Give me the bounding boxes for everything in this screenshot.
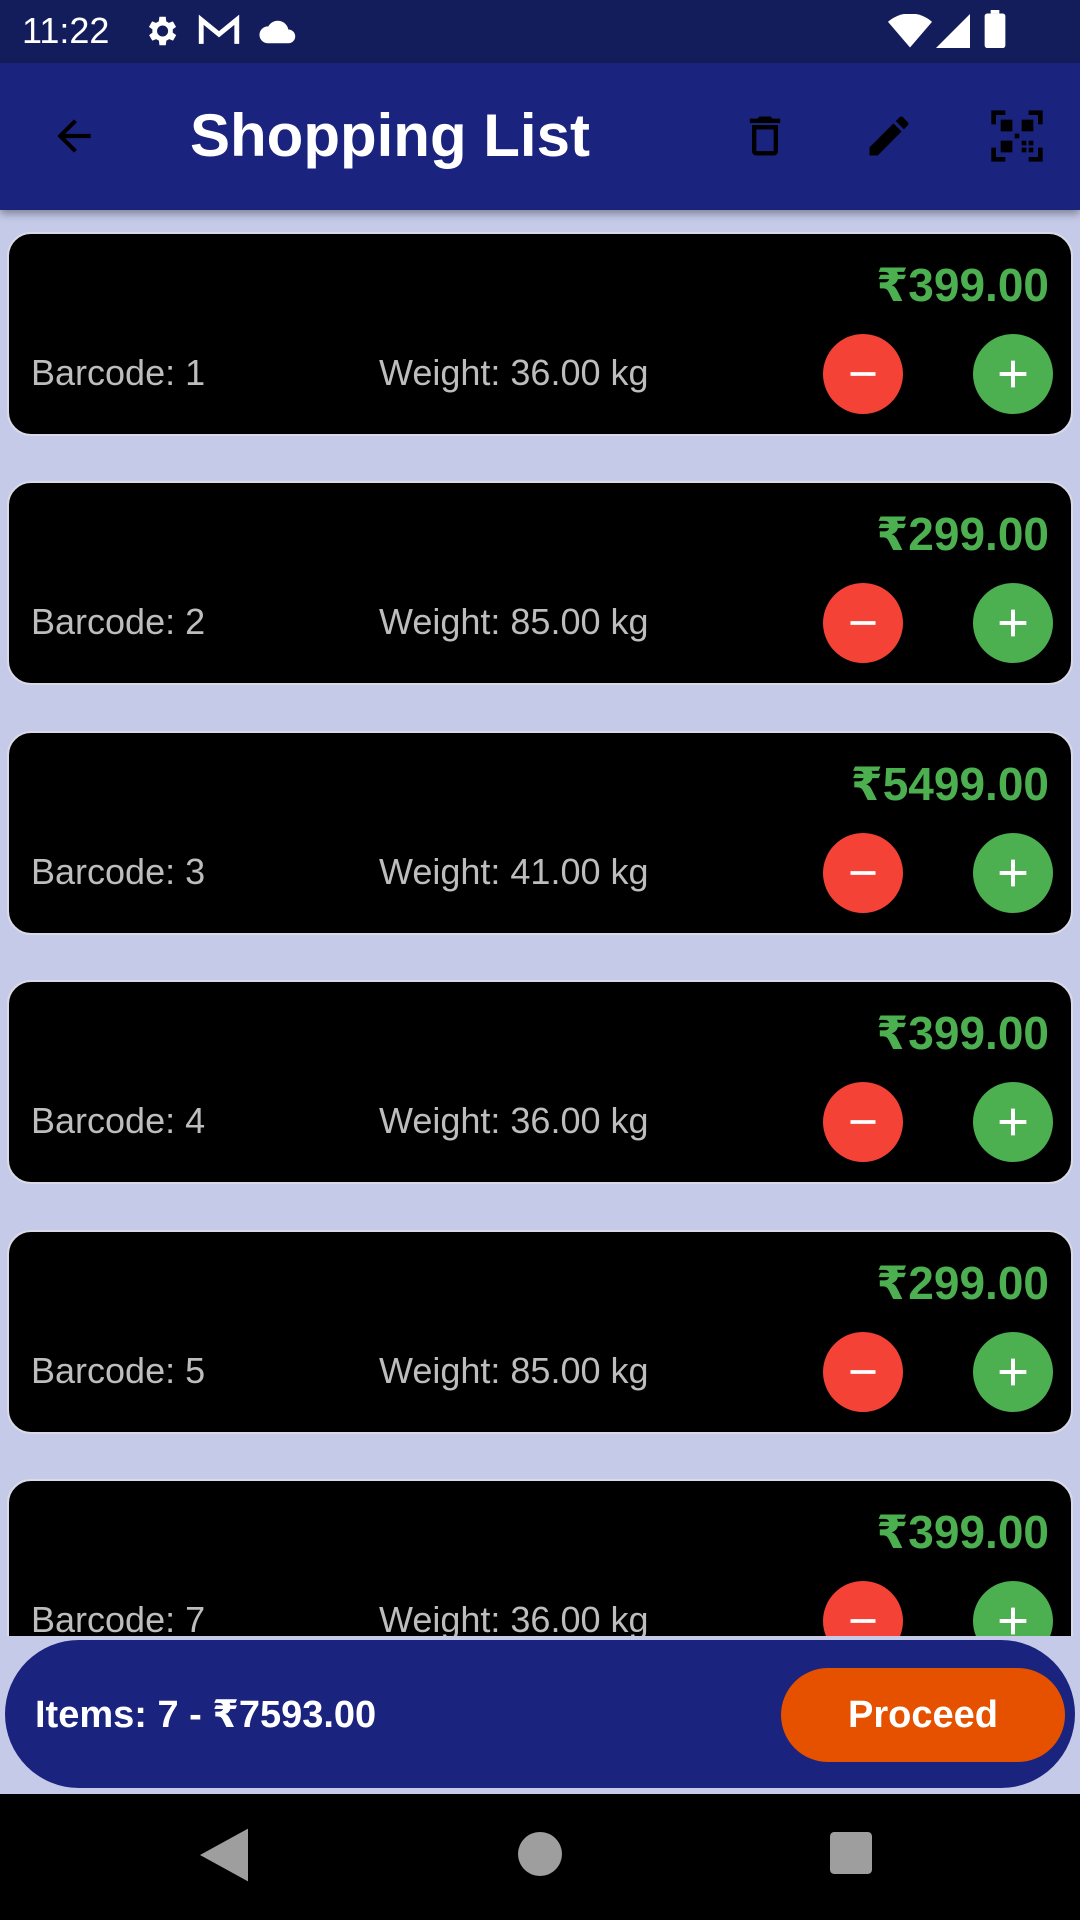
decrease-button[interactable] [823, 833, 903, 913]
system-nav-bar [0, 1794, 1080, 1920]
app-bar: Shopping List [0, 63, 1080, 210]
item-barcode: Barcode: 7 [31, 1599, 206, 1636]
minus-icon [850, 1619, 876, 1623]
item-weight: Weight: 36.00 kg [379, 352, 649, 393]
plus-icon [999, 1607, 1027, 1635]
item-price: ₹299.00 [876, 508, 1049, 560]
item-price: ₹5499.00 [850, 758, 1049, 810]
home-circle-icon[interactable] [518, 1832, 562, 1881]
gmail-icon [198, 12, 240, 55]
plus-icon [999, 859, 1027, 887]
plus-icon [999, 609, 1027, 637]
increase-button[interactable] [973, 583, 1053, 663]
item-price: ₹299.00 [876, 1257, 1049, 1309]
list-item: ₹399.00 Barcode: 1 Weight: 36.00 kg [7, 232, 1073, 436]
item-weight: Weight: 41.00 kg [379, 851, 649, 892]
list-item: ₹399.00 Barcode: 7 Weight: 36.00 kg [7, 1479, 1073, 1636]
back-triangle-icon[interactable] [200, 1828, 248, 1887]
minus-icon [850, 871, 876, 875]
list-item: ₹5499.00 Barcode: 3 Weight: 41.00 kg [7, 731, 1073, 935]
item-barcode: Barcode: 4 [31, 1100, 206, 1141]
cloud-icon [256, 16, 296, 51]
increase-button[interactable] [973, 1082, 1053, 1162]
recents-square-icon[interactable] [830, 1832, 872, 1879]
proceed-button[interactable]: Proceed [781, 1668, 1065, 1762]
list-item: ₹299.00 Barcode: 2 Weight: 85.00 kg [7, 481, 1073, 685]
item-barcode: Barcode: 3 [31, 851, 206, 892]
item-barcode: Barcode: 2 [31, 601, 206, 642]
item-price: ₹399.00 [876, 259, 1049, 311]
list-item: ₹299.00 Barcode: 5 Weight: 85.00 kg [7, 1230, 1073, 1434]
item-weight: Weight: 85.00 kg [379, 601, 649, 642]
item-weight: Weight: 36.00 kg [379, 1599, 649, 1636]
battery-icon [984, 10, 1006, 53]
plus-icon [999, 360, 1027, 388]
increase-button[interactable] [973, 833, 1053, 913]
item-price: ₹399.00 [876, 1506, 1049, 1558]
signal-icon [936, 14, 970, 53]
minus-icon [850, 621, 876, 625]
edit-icon[interactable] [853, 100, 925, 172]
item-barcode: Barcode: 1 [31, 352, 206, 393]
back-arrow-icon[interactable] [38, 100, 110, 172]
decrease-button[interactable] [823, 1332, 903, 1412]
delete-icon[interactable] [729, 100, 801, 172]
page-title: Shopping List [190, 102, 590, 169]
cart-summary: Items: 7 - ₹7593.00 [35, 1694, 377, 1736]
increase-button[interactable] [973, 334, 1053, 414]
list-item: ₹399.00 Barcode: 4 Weight: 36.00 kg [7, 980, 1073, 1184]
increase-button[interactable] [973, 1581, 1053, 1636]
decrease-button[interactable] [823, 1082, 903, 1162]
summary-bar: Items: 7 - ₹7593.00 Proceed [5, 1640, 1075, 1788]
item-weight: Weight: 36.00 kg [379, 1100, 649, 1141]
item-barcode: Barcode: 5 [31, 1350, 206, 1391]
shopping-list[interactable]: ₹399.00 Barcode: 1 Weight: 36.00 kg ₹299… [0, 210, 1080, 1636]
item-price: ₹399.00 [876, 1007, 1049, 1059]
decrease-button[interactable] [823, 583, 903, 663]
minus-icon [850, 372, 876, 376]
settings-icon [142, 12, 180, 55]
status-time: 11:22 [22, 10, 110, 51]
wifi-icon [888, 13, 932, 53]
decrease-button[interactable] [823, 334, 903, 414]
qr-scan-icon[interactable] [981, 100, 1053, 172]
plus-icon [999, 1108, 1027, 1136]
minus-icon [850, 1120, 876, 1124]
plus-icon [999, 1358, 1027, 1386]
increase-button[interactable] [973, 1332, 1053, 1412]
status-bar: 11:22 [0, 0, 1080, 63]
minus-icon [850, 1370, 876, 1374]
item-weight: Weight: 85.00 kg [379, 1350, 649, 1391]
decrease-button[interactable] [823, 1581, 903, 1636]
